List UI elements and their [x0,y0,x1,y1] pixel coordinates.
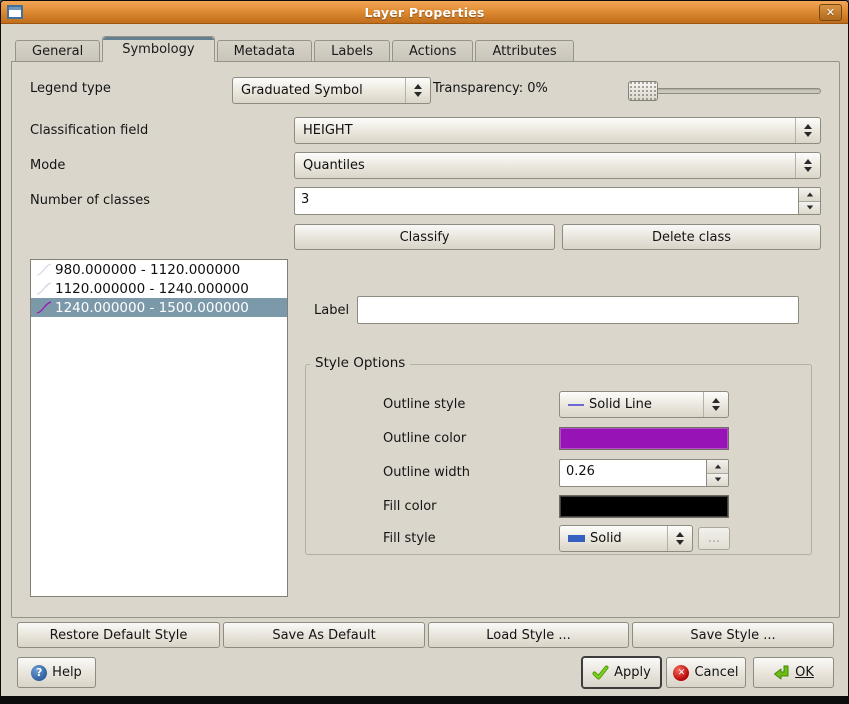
fill-style-more-button[interactable]: ... [698,527,730,550]
tab-symbology[interactable]: Symbology [102,36,214,62]
outline-style-label: Outline style [383,397,465,412]
tab-actions[interactable]: Actions [392,40,474,61]
restore-default-style-button[interactable]: Restore Default Style [17,622,220,648]
spin-down-button[interactable] [799,202,820,215]
mode-label: Mode [30,158,65,173]
legend-type-label: Legend type [30,81,111,96]
label-input[interactable] [357,296,799,324]
classify-button[interactable]: Classify [294,224,555,250]
outline-color-label: Outline color [383,431,466,446]
outline-style-combo[interactable]: Solid Line [559,391,729,418]
titlebar[interactable]: Layer Properties ✕ [1,1,848,24]
combo-arrows-icon [405,78,430,103]
class-list[interactable]: 980.000000 - 1120.000000 1120.000000 - 1… [30,259,288,597]
apply-button[interactable]: Apply [582,657,661,688]
outline-color-swatch[interactable] [559,427,729,450]
cancel-button[interactable]: ✕ Cancel [666,657,746,688]
solid-fill-icon [568,535,585,542]
window-title: Layer Properties [1,5,848,20]
combo-arrows-icon [795,118,820,143]
ok-button[interactable]: OK [753,657,834,688]
close-button[interactable]: ✕ [819,4,842,21]
save-style-button[interactable]: Save Style ... [632,622,834,648]
cancel-icon: ✕ [673,665,689,681]
spin-down-button[interactable] [707,474,728,487]
outline-width-label: Outline width [383,465,470,480]
help-button[interactable]: ? Help [17,657,96,688]
symbology-page: Legend type Graduated Symbol Transparenc… [11,61,840,618]
transparency-slider-handle[interactable] [628,81,658,101]
load-style-button[interactable]: Load Style ... [428,622,629,648]
fill-color-swatch[interactable] [559,495,729,518]
line-symbol-icon [35,300,53,315]
class-row-3-selected[interactable]: 1240.000000 - 1500.000000 [31,298,287,317]
layer-properties-dialog: Layer Properties ✕ General Symbology Met… [0,0,849,704]
class-row-1[interactable]: 980.000000 - 1120.000000 [31,260,287,279]
tab-bar: General Symbology Metadata Labels Action… [15,35,576,61]
ok-return-arrow-icon [773,664,790,681]
tab-general[interactable]: General [15,40,100,61]
style-options-title: Style Options [310,355,410,371]
combo-arrows-icon [703,392,728,417]
combo-arrows-icon [795,153,820,178]
solid-line-icon [568,404,584,406]
transparency-label: Transparency: 0% [433,81,548,96]
outline-width-spinbox[interactable]: 0.26 [559,459,729,487]
classification-field-combo[interactable]: HEIGHT [294,117,821,144]
label-field-label: Label [314,303,349,318]
spin-up-button[interactable] [799,188,820,202]
number-of-classes-label: Number of classes [30,193,150,208]
legend-type-combo[interactable]: Graduated Symbol [232,77,431,104]
tab-labels[interactable]: Labels [314,40,390,61]
save-as-default-button[interactable]: Save As Default [223,622,425,648]
apply-check-icon [592,664,609,681]
tab-metadata[interactable]: Metadata [217,40,313,61]
class-row-2[interactable]: 1120.000000 - 1240.000000 [31,279,287,298]
window-menu-icon[interactable] [7,5,23,19]
tab-attributes[interactable]: Attributes [475,40,573,61]
mode-combo[interactable]: Quantiles [294,152,821,179]
number-of-classes-spinbox[interactable]: 3 [294,187,821,215]
line-symbol-icon [35,262,53,277]
fill-style-label: Fill style [383,531,436,546]
close-icon: ✕ [826,6,835,19]
fill-color-label: Fill color [383,499,437,514]
delete-class-button[interactable]: Delete class [562,224,821,250]
combo-arrows-icon [667,526,692,551]
fill-style-combo[interactable]: Solid [559,525,693,552]
help-icon: ? [31,665,47,681]
classification-field-label: Classification field [30,123,148,138]
spin-up-button[interactable] [707,460,728,474]
line-symbol-icon [35,281,53,296]
style-options-group: Style Options Outline style Solid Line O… [305,364,812,555]
